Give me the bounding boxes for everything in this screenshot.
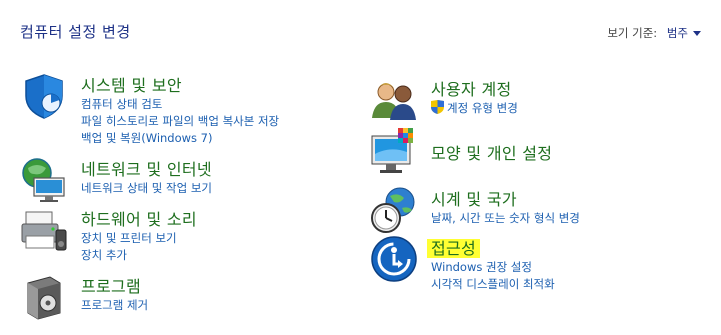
link-file-history-backup[interactable]: 파일 히스토리로 파일의 백업 복사본 저장 [81,113,279,130]
network-globe-icon[interactable] [20,156,68,204]
link-devices-printers[interactable]: 장치 및 프린터 보기 [81,230,177,247]
appearance-monitor-icon[interactable] [370,128,418,176]
category-title-system-security[interactable]: 시스템 및 보안 [81,72,182,96]
category-title-hardware-sound[interactable]: 하드웨어 및 소리 [81,206,197,230]
clock-globe-icon[interactable] [370,186,418,234]
chevron-down-icon[interactable] [693,31,701,36]
uac-shield-icon [431,100,444,114]
programs-box-icon[interactable] [20,273,68,321]
view-by-label: 보기 기준: [607,26,658,40]
link-add-device[interactable]: 장치 추가 [81,247,177,264]
link-network-status[interactable]: 네트워크 상태 및 작업 보기 [81,180,212,197]
link-uninstall-program[interactable]: 프로그램 제거 [81,297,148,314]
ease-of-access-icon[interactable] [370,235,418,283]
hardware-printer-icon[interactable] [20,206,68,254]
category-title-clock-region[interactable]: 시계 및 국가 [431,186,517,210]
category-title-appearance[interactable]: 모양 및 개인 설정 [431,140,552,164]
view-by: 보기 기준: 범주 [607,25,701,41]
link-change-account-type[interactable]: 계정 유형 변경 [431,100,518,117]
highlighted-title: 접근성 [427,239,481,258]
category-title-network-internet[interactable]: 네트워크 및 인터넷 [81,156,212,180]
link-backup-restore[interactable]: 백업 및 복원(Windows 7) [81,130,279,147]
user-accounts-icon[interactable] [370,76,418,124]
link-change-account-type-label: 계정 유형 변경 [447,101,518,115]
link-review-computer-status[interactable]: 컴퓨터 상태 검토 [81,96,279,113]
category-title-user-accounts[interactable]: 사용자 계정 [431,76,512,100]
category-title-programs[interactable]: 프로그램 [81,273,141,297]
page-title: 컴퓨터 설정 변경 [20,23,131,41]
system-security-shield-icon[interactable] [20,72,68,120]
link-optimize-visual-display[interactable]: 시각적 디스플레이 최적화 [431,276,555,293]
category-title-ease-of-access[interactable]: 접근성 [427,235,481,259]
link-change-date-time-format[interactable]: 날짜, 시간 또는 숫자 형식 변경 [431,210,580,227]
link-windows-recommended-settings[interactable]: Windows 권장 설정 [431,259,555,276]
view-by-dropdown[interactable]: 범주 [667,26,688,40]
